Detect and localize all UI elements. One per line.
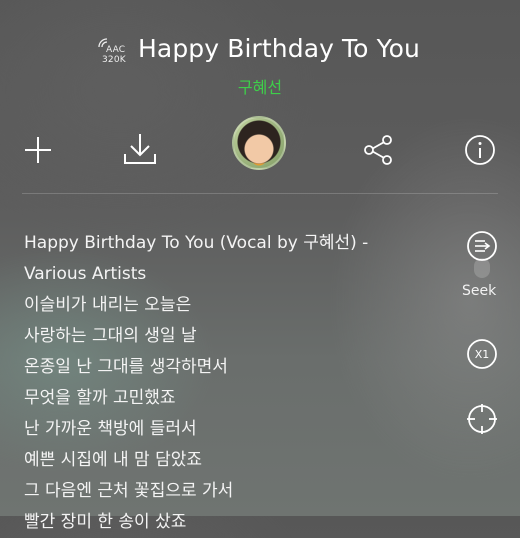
lyric-line: 난 가까운 책방에 들러서 <box>24 419 197 439</box>
plus-icon <box>25 137 51 163</box>
download-button[interactable] <box>122 132 158 166</box>
lyric-line: 빨간 장미 한 송이 샀죠 <box>24 512 187 532</box>
lyric-line: Happy Birthday To You (Vocal by 구혜선) - <box>24 233 369 253</box>
info-icon <box>465 135 495 165</box>
share-button[interactable] <box>362 134 394 166</box>
seek-toggle[interactable] <box>474 258 490 278</box>
now-playing-header: AAC 320K Happy Birthday To You 구혜선 <box>0 30 520 100</box>
lyric-line: 이슬비가 내리는 오늘은 <box>24 295 192 315</box>
lyric-line: 예쁜 시집에 내 맘 담았죠 <box>24 450 203 470</box>
download-icon <box>124 134 156 164</box>
quality-codec: AAC <box>106 45 126 55</box>
speed-label: X1 <box>475 348 490 361</box>
lyric-line: 사랑하는 그대의 생일 날 <box>24 326 197 346</box>
locate-current-lyric-button[interactable] <box>466 403 498 435</box>
toolbar-divider <box>22 193 498 194</box>
lyrics-panel[interactable]: Happy Birthday To You (Vocal by 구혜선) - V… <box>24 228 444 538</box>
speed-icon: X1 <box>467 339 497 369</box>
seek-label: Seek <box>462 283 497 299</box>
share-icon <box>364 135 392 165</box>
info-button[interactable] <box>464 134 496 166</box>
crosshair-icon <box>467 404 497 434</box>
song-title: Happy Birthday To You <box>138 34 421 63</box>
lyric-line: Various Artists <box>24 264 147 284</box>
quality-bitrate: 320K <box>102 55 126 65</box>
audio-quality-badge: AAC 320K <box>98 38 132 66</box>
lyric-line: 그 다음엔 근처 꽃집으로 가서 <box>24 481 234 501</box>
speed-button[interactable]: X1 <box>466 338 498 370</box>
artist-name[interactable]: 구혜선 <box>0 74 520 98</box>
lyric-line: 온종일 난 그대를 생각하면서 <box>24 357 228 377</box>
add-to-playlist-button[interactable] <box>22 134 54 166</box>
album-avatar[interactable] <box>232 116 286 170</box>
lyric-line: 무엇을 할까 고민했죠 <box>24 388 176 408</box>
action-toolbar <box>0 110 520 190</box>
